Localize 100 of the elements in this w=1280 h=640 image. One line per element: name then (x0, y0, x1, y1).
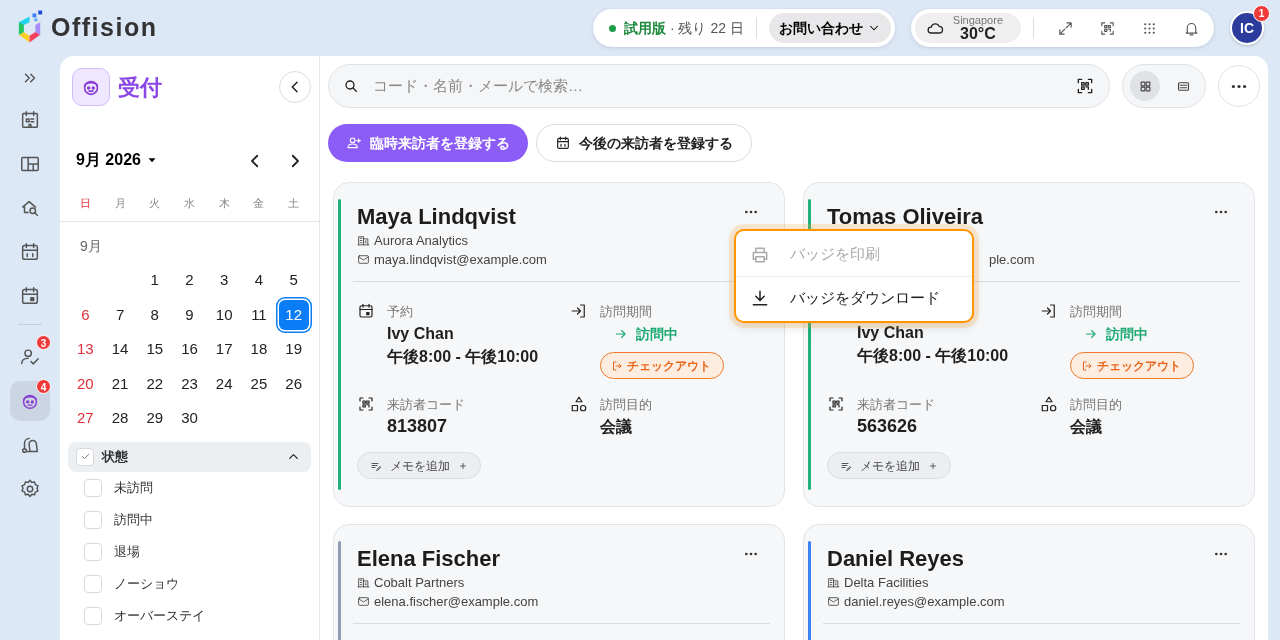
calendar-day[interactable]: 30 (174, 403, 205, 434)
calendar-day[interactable]: 11 (243, 299, 274, 330)
plus-icon (928, 460, 938, 471)
add-memo-button[interactable]: メモを追加 (357, 452, 481, 479)
weekday-label: 木 (217, 196, 231, 211)
filter-option: ノーショウ (114, 573, 179, 594)
register-walk-in-button[interactable]: 臨時来訪者を登録する (328, 124, 528, 162)
menu-item[interactable]: バッジをダウンロード (736, 276, 972, 319)
checkbox[interactable] (84, 510, 102, 529)
weekday-label: 火 (148, 196, 162, 211)
calendar-day[interactable]: 28 (105, 403, 136, 434)
building-icon (357, 576, 370, 589)
more-icon (744, 552, 758, 556)
calendar-day[interactable]: 27 (70, 403, 101, 434)
calendar-day[interactable]: 5 (278, 265, 309, 296)
checkbox[interactable] (84, 606, 102, 625)
calendar-day[interactable]: 2 (174, 265, 205, 296)
visit-purpose: 会議 (600, 417, 633, 437)
more-icon (1231, 83, 1247, 89)
checkbox[interactable] (84, 478, 102, 497)
checkbox[interactable] (76, 447, 94, 466)
search-field[interactable]: コード・名前・メールで検索… (371, 73, 1067, 99)
weather-temperature: 30°C (960, 25, 996, 42)
nav-button[interactable]: 4 (10, 381, 50, 421)
month-picker[interactable]: 9月 2026 (76, 148, 159, 172)
field-label: 訪問目的 (600, 396, 652, 414)
field-label: 来訪者コード (857, 396, 935, 414)
calendar-day[interactable]: 9 (174, 299, 205, 330)
arrow-right-icon (1084, 327, 1098, 341)
visitor-company: Aurora Analytics (374, 232, 468, 250)
sign-out-icon (611, 359, 623, 372)
filter-header[interactable]: 状態 (68, 441, 311, 472)
plus-icon (458, 460, 468, 471)
calendar-day[interactable]: 26 (278, 368, 309, 399)
calendar-day[interactable]: 4 (243, 265, 274, 296)
calendar-day[interactable]: 10 (209, 299, 240, 330)
calendar-day[interactable]: 22 (139, 368, 170, 399)
more-icon (744, 210, 758, 214)
grid-icon (1137, 78, 1153, 94)
qr-code-icon (1098, 19, 1116, 37)
calendar-day[interactable]: 16 (174, 334, 205, 365)
visit-purpose: 会議 (1070, 417, 1103, 437)
weather-city: Singapore (952, 14, 1003, 26)
checkbox[interactable] (84, 574, 102, 593)
nav-button[interactable]: 3 (10, 337, 50, 377)
field-label: 来訪者コード (387, 396, 465, 414)
filter-title: 状態 (102, 447, 129, 466)
mail-icon (357, 595, 370, 608)
visit-time: 午後8:00 - 午後10:00 (387, 347, 539, 367)
calendar-day[interactable]: 3 (209, 265, 240, 296)
calendar-day[interactable]: 12 (278, 299, 309, 330)
calendar-day[interactable]: 8 (139, 299, 170, 330)
calendar-day[interactable]: 21 (105, 368, 136, 399)
calendar-day[interactable]: 25 (243, 368, 274, 399)
calendar-day[interactable]: 20 (70, 368, 101, 399)
field-label: 訪問目的 (1070, 396, 1122, 414)
calendar-day[interactable]: 18 (243, 334, 274, 365)
visitor-name: Tomas Oliveira (827, 203, 984, 231)
calendar-day[interactable]: 17 (209, 334, 240, 365)
calendar-day[interactable]: 14 (105, 334, 136, 365)
filter-option: 訪問中 (114, 509, 153, 530)
weather-chip[interactable]: Singapore 30°C (914, 13, 1021, 43)
grid-view-button[interactable] (1130, 71, 1160, 101)
contact-button[interactable]: お問い合わせ (768, 13, 891, 43)
user-plus-icon (346, 135, 362, 151)
count-badge: 4 (36, 379, 51, 394)
visit-status: 訪問中 (1106, 325, 1148, 344)
sign-in-icon (570, 302, 588, 320)
weekday-label: 日 (78, 196, 92, 211)
visitor-code: 563626 (857, 415, 919, 438)
visitor-email: maya.lindqvist@example.com (374, 251, 547, 269)
calendar-icon (19, 241, 41, 263)
calendar-icon (357, 302, 375, 320)
visitor-code: 813807 (387, 415, 449, 438)
calendar-day[interactable]: 15 (139, 334, 170, 365)
calendar-day[interactable]: 23 (174, 368, 205, 399)
calendar-day[interactable]: 1 (139, 265, 170, 296)
qr-code-icon (357, 395, 375, 413)
visitor-name: Maya Lindqvist (357, 203, 516, 231)
host-name: Ivy Chan (387, 324, 455, 344)
sign-in-icon (1040, 302, 1058, 320)
calendar-day[interactable]: 24 (209, 368, 240, 399)
visitor-email: elena.fischer@example.com (374, 593, 539, 611)
visit-time: 午後8:00 - 午後10:00 (857, 346, 1009, 366)
filter-option: 退場 (114, 541, 140, 562)
calendar-day[interactable]: 29 (139, 403, 170, 434)
calendar-day[interactable]: 7 (105, 299, 136, 330)
field-label: 予約 (387, 303, 414, 321)
building-icon (357, 234, 370, 247)
calendar-day[interactable]: 13 (70, 334, 101, 365)
qr-code-icon (827, 395, 845, 413)
checkbox[interactable] (84, 542, 102, 561)
add-memo-button[interactable]: メモを追加 (827, 452, 951, 479)
calendar-day[interactable]: 6 (70, 299, 101, 330)
register-upcoming-button[interactable]: 今後の来訪者を登録する (536, 124, 752, 162)
shapes-icon (570, 395, 588, 413)
visitor-email: ple.com (989, 251, 1035, 269)
notification-badge: 1 (1253, 5, 1270, 22)
calendar-day[interactable]: 19 (278, 334, 309, 365)
search-bar[interactable]: コード・名前・メールで検索… (328, 64, 1110, 108)
